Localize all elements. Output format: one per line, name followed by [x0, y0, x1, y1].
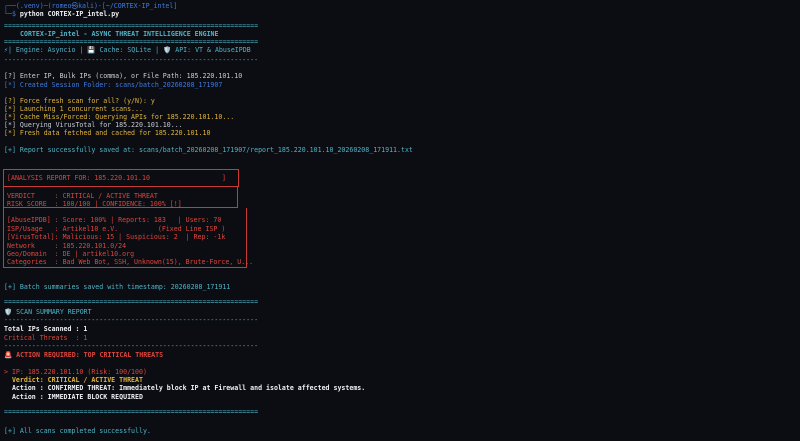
prompt-line-2: └─$ python CORTEX-IP_intel.py [4, 10, 119, 18]
summary-rule-bottom: ----------------------------------------… [4, 342, 259, 350]
verdict-line: VERDICT : CRITICAL / ACTIVE THREAT [7, 192, 158, 200]
action-required-title: 🚨 ACTION REQUIRED: TOP CRITICAL THREATS [4, 351, 164, 359]
prompt-line-1: ┌──(.venv)─(romeo㉿kali)-[~/CORTEX-IP_int… [4, 2, 178, 10]
threat-verdict-line: Verdict: CRITICAL / ACTIVE THREAT [4, 376, 143, 384]
input-prompt-line: [?] Enter IP, Bulk IPs (comma), or File … [4, 72, 243, 80]
launch-line: [*] Launching 1 concurrent scans... [4, 105, 143, 113]
categories-line: Categories : Bad Web Bot, SSH, Unknown(1… [7, 258, 254, 266]
banner-title: CORTEX-IP_intel - ASYNC THREAT INTELLIGE… [20, 30, 219, 38]
analysis-header: [ANALYSIS REPORT FOR: 185.220.101.10 [7, 174, 150, 182]
virustotal-query-line: [*] Querying VirusTotal for 185.220.101.… [4, 121, 183, 129]
summary-title: 🛡️ SCAN SUMMARY REPORT [4, 308, 92, 316]
risk-score-line: RISK SCORE : 100/100 | CONFIDENCE: 100% … [7, 200, 182, 208]
prompt-prefix: └─$ [4, 10, 20, 18]
cache-miss-line: [*] Cache Miss/Forced: Querying APIs for… [4, 113, 235, 121]
banner-meta: ⚡| Engine: Asyncio | 💾 Cache: SQLite | 🛡… [4, 46, 251, 54]
threat-action-2: Action : IMMEDIATE BLOCK REQUIRED [4, 393, 143, 401]
force-scan-line: [?] Force fresh scan for all? (y/N): y [4, 97, 155, 105]
summary-rule-top: ========================================… [4, 298, 259, 306]
summary-rule-end: ========================================… [4, 408, 259, 416]
completion-line: [+] All scans completed successfully. [4, 427, 151, 435]
geo-domain-line: Geo/Domain : DE | artikel10.org [7, 250, 135, 258]
threat-action-1: Action : CONFIRMED THREAT: Immediately b… [4, 384, 366, 392]
report-saved-line: [+] Report successfully saved at: scans/… [4, 146, 413, 154]
batch-summary-line: [+] Batch summaries saved with timestamp… [4, 283, 231, 291]
abuseipdb-line: [AbuseIPDB] : Score: 100% | Reports: 183… [7, 216, 222, 224]
critical-threats-line: Critical Threats : 1 [4, 334, 88, 342]
analysis-header-end: ] [222, 174, 226, 182]
banner-rule-bottom: ----------------------------------------… [4, 56, 259, 64]
total-scanned-line: Total IPs Scanned : 1 [4, 325, 88, 333]
virustotal-line: [VirusTotal]: Malicious: 15 | Suspicious… [7, 233, 226, 241]
network-line: Network : 185.220.101.0/24 [7, 242, 127, 250]
banner-rule-mid: ========================================… [4, 38, 259, 46]
summary-rule-mid: ----------------------------------------… [4, 316, 259, 324]
isp-line: ISP/Usage : Artikel10 e.V. (Fixed Line I… [7, 225, 226, 233]
banner-rule-top: ========================================… [4, 22, 259, 30]
session-folder-line: [*] Created Session Folder: scans/batch_… [4, 81, 223, 89]
command-text: python CORTEX-IP_intel.py [19, 10, 120, 18]
threat-ip-line: > IP: 185.220.101.10 (Risk: 100/100) [4, 368, 147, 376]
fresh-data-line: [*] Fresh data fetched and cached for 18… [4, 129, 211, 137]
